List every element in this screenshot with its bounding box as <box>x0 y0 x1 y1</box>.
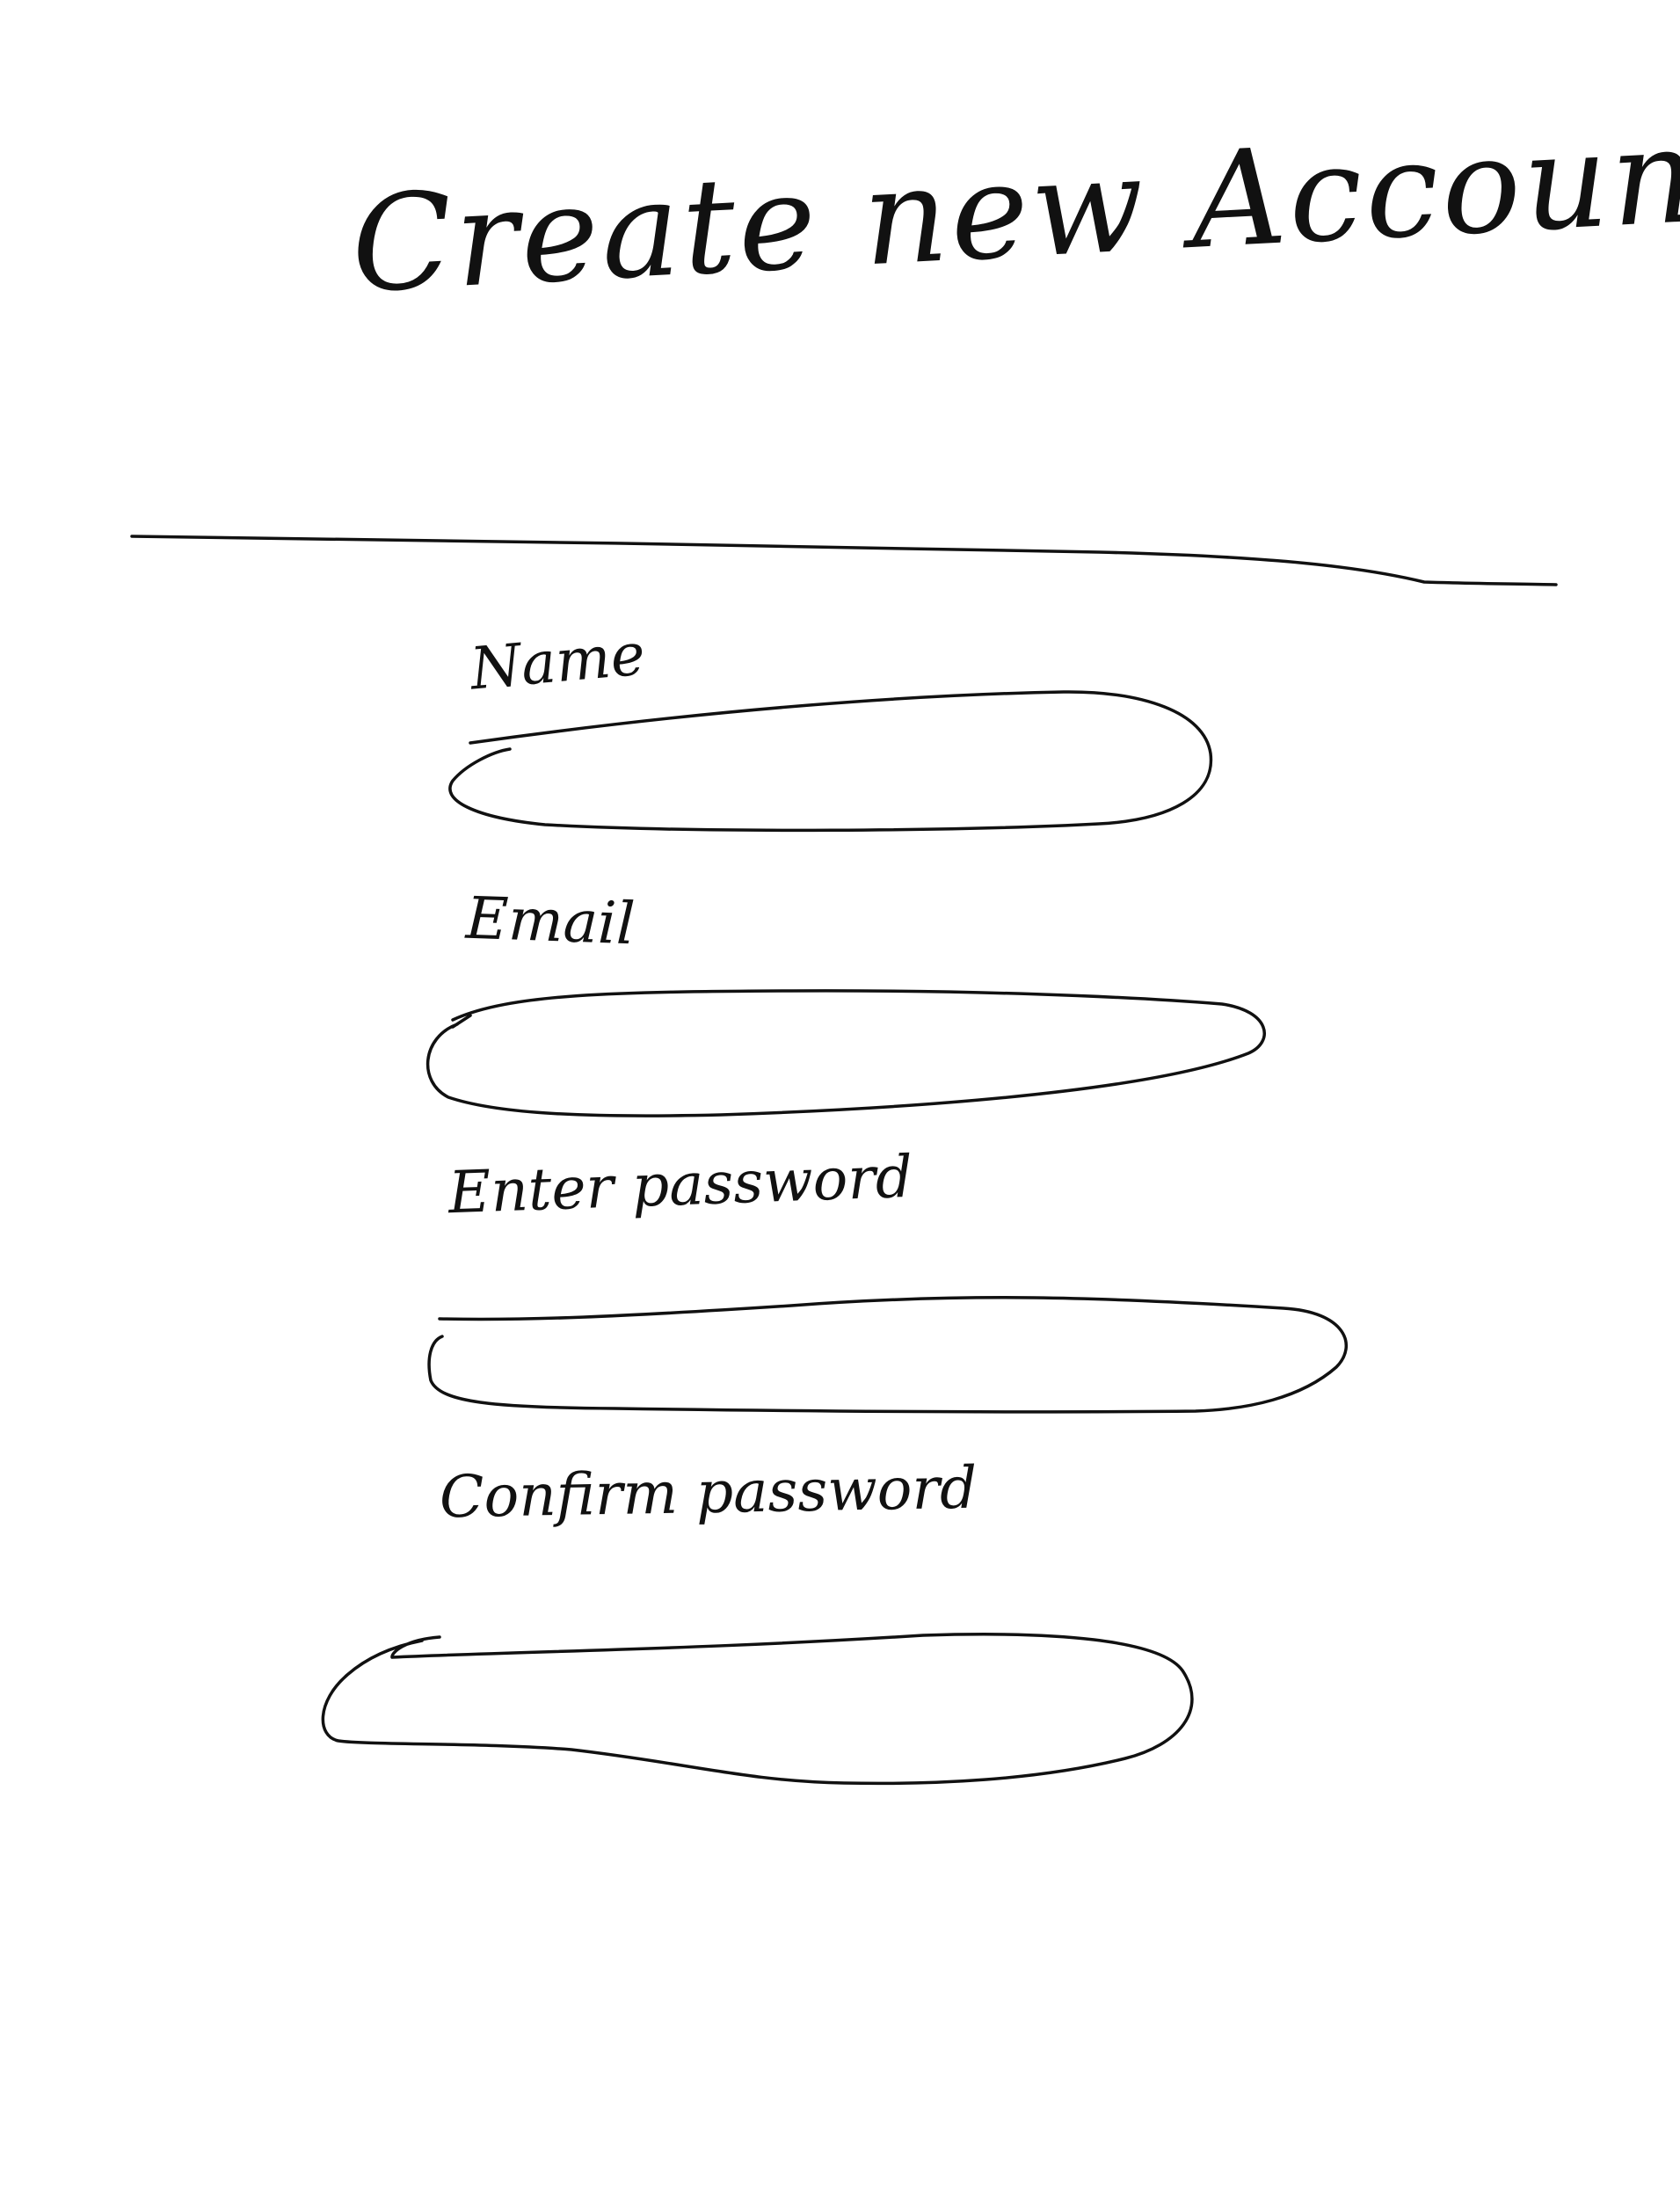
name-input[interactable] <box>457 695 1213 826</box>
confirm-password-label: Confirm password <box>439 1453 978 1532</box>
enter-password-label: Enter password <box>447 1142 914 1227</box>
confirm-password-input[interactable] <box>325 1631 1187 1776</box>
enter-password-input[interactable] <box>431 1297 1354 1416</box>
header-divider <box>130 535 1558 586</box>
email-label: Email <box>464 884 636 958</box>
email-input[interactable] <box>431 989 1266 1117</box>
name-label: Name <box>467 620 648 703</box>
